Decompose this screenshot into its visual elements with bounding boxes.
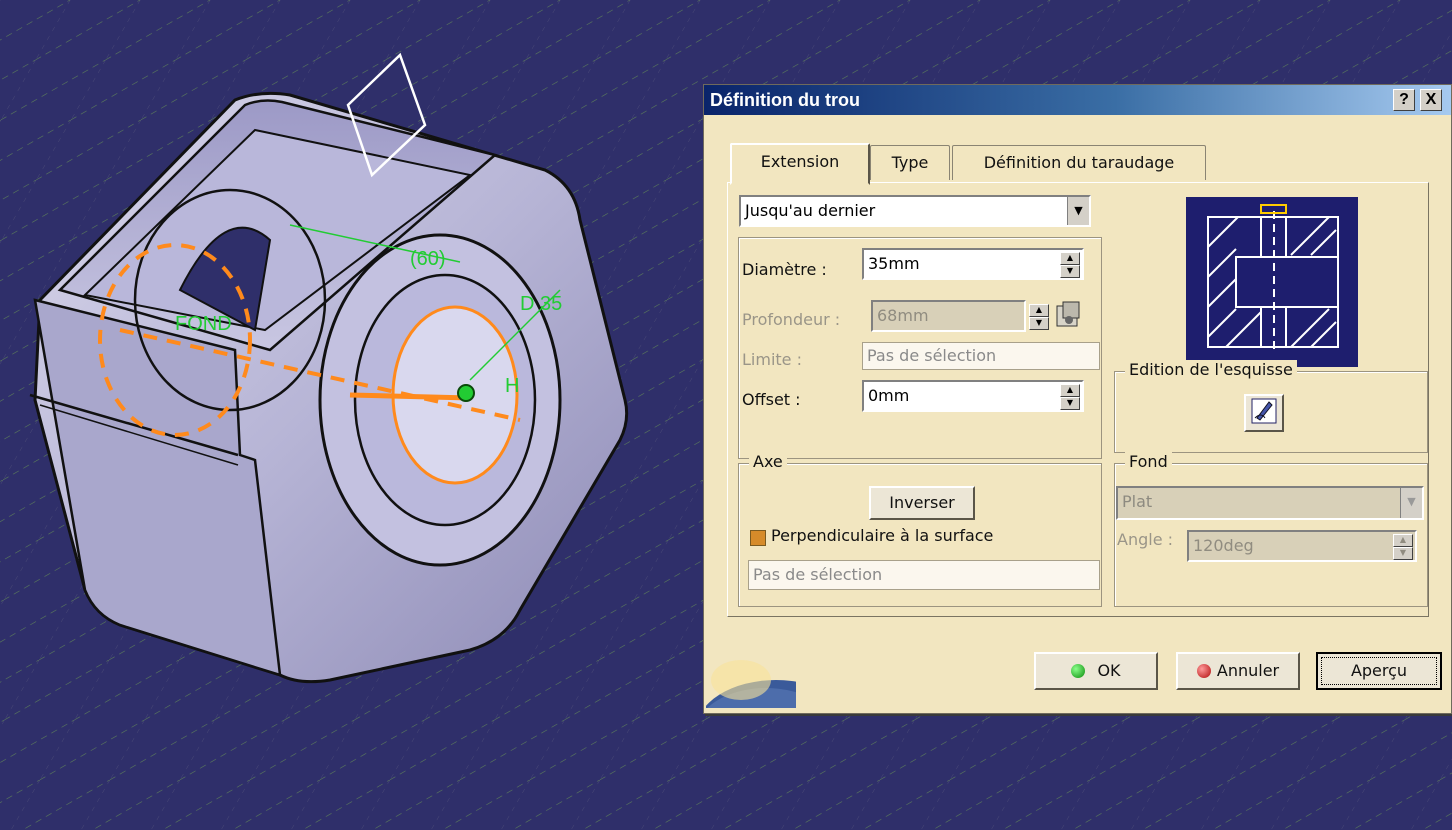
bottom-label: Fond	[1125, 452, 1172, 471]
angle-value: 120deg	[1193, 536, 1254, 555]
parameters-group: Diamètre : 35mm ▲ ▼ Profondeur : 68mm ▲ ▼ …	[738, 237, 1102, 459]
tab-extension[interactable]: Extension	[730, 143, 870, 185]
help-button[interactable]: ?	[1393, 89, 1415, 111]
measure-icon[interactable]	[1053, 300, 1083, 330]
tab-thread-definition[interactable]: Définition du taraudage	[952, 145, 1206, 180]
axis-group: Axe Inverser Perpendiculaire à la surfac…	[738, 452, 1102, 607]
axis-selection-field[interactable]: Pas de sélection	[748, 560, 1100, 590]
limit-type-select[interactable]: Jusqu'au dernier ▼	[739, 195, 1091, 227]
offset-field[interactable]: 0mm ▲ ▼	[862, 380, 1084, 412]
dialog-title: Définition du trou	[710, 90, 860, 110]
diameter-value: 35mm	[868, 254, 920, 273]
hole-preview-image	[1186, 197, 1358, 367]
perpendicular-label: Perpendiculaire à la surface	[771, 526, 994, 545]
limit-label: Limite :	[742, 350, 802, 369]
h-label: H	[505, 375, 519, 397]
diameter-field[interactable]: 35mm ▲ ▼	[862, 248, 1084, 280]
planet-logo	[706, 650, 796, 708]
limit-field[interactable]: Pas de sélection	[862, 342, 1100, 370]
axis-selection-value: Pas de sélection	[753, 565, 883, 584]
cancel-label: Annuler	[1216, 661, 1280, 680]
cancel-button[interactable]: Annuler	[1176, 652, 1300, 690]
depth-label: Profondeur :	[742, 310, 841, 329]
sketch-edit-label: Edition de l'esquisse	[1125, 360, 1297, 379]
limit-value: Pas de sélection	[867, 346, 997, 365]
axis-label: Axe	[749, 452, 787, 471]
angle-label: Angle :	[1117, 530, 1174, 549]
ok-button[interactable]: OK	[1034, 652, 1158, 690]
limit-type-value: Jusqu'au dernier	[745, 201, 876, 220]
title-bar[interactable]: Définition du trou ? X	[704, 85, 1451, 115]
chevron-down-icon[interactable]: ▼	[1400, 488, 1422, 518]
ok-icon	[1071, 664, 1086, 678]
ok-label: OK	[1097, 661, 1121, 680]
diameter-spinner[interactable]: ▲ ▼	[1060, 252, 1080, 278]
perpendicular-checkbox[interactable]	[750, 530, 766, 546]
offset-value: 0mm	[868, 386, 910, 405]
hole-definition-dialog: Définition du trou ? X Extension Type Dé…	[703, 84, 1452, 714]
chevron-down-icon[interactable]: ▼	[1067, 197, 1089, 225]
tab-type[interactable]: Type	[870, 145, 950, 180]
sketch-pen-icon	[1251, 398, 1277, 424]
sketch-edit-group: Edition de l'esquisse	[1114, 360, 1428, 453]
depth-value: 68mm	[877, 306, 929, 325]
bottom-type-select[interactable]: Plat ▼	[1116, 486, 1424, 520]
offset-spinner[interactable]: ▲ ▼	[1060, 384, 1080, 410]
bottom-group: Fond Plat ▼ Angle : 120deg ▲ ▼	[1114, 452, 1428, 607]
close-button[interactable]: X	[1420, 89, 1442, 111]
preview-button[interactable]: Aperçu	[1316, 652, 1442, 690]
offset-label: Offset :	[742, 390, 801, 409]
depth-field[interactable]: 68mm	[871, 300, 1026, 332]
cancel-icon	[1196, 664, 1211, 678]
depth-spinner[interactable]: ▲ ▼	[1029, 304, 1049, 330]
angle-field[interactable]: 120deg ▲ ▼	[1187, 530, 1417, 562]
bottom-type-value: Plat	[1122, 492, 1153, 511]
extension-panel: Jusqu'au dernier ▼ Diamètre : 35mm ▲ ▼ Pr…	[727, 182, 1429, 617]
angle-spinner[interactable]: ▲ ▼	[1393, 534, 1413, 560]
edit-sketch-button[interactable]	[1244, 394, 1284, 432]
diameter-label: Diamètre :	[742, 260, 827, 279]
fond-label: FOND	[175, 313, 232, 335]
diameter-label: D 35	[520, 293, 562, 315]
reverse-button[interactable]: Inverser	[869, 486, 975, 520]
dimension-60-label: (60)	[410, 248, 446, 270]
